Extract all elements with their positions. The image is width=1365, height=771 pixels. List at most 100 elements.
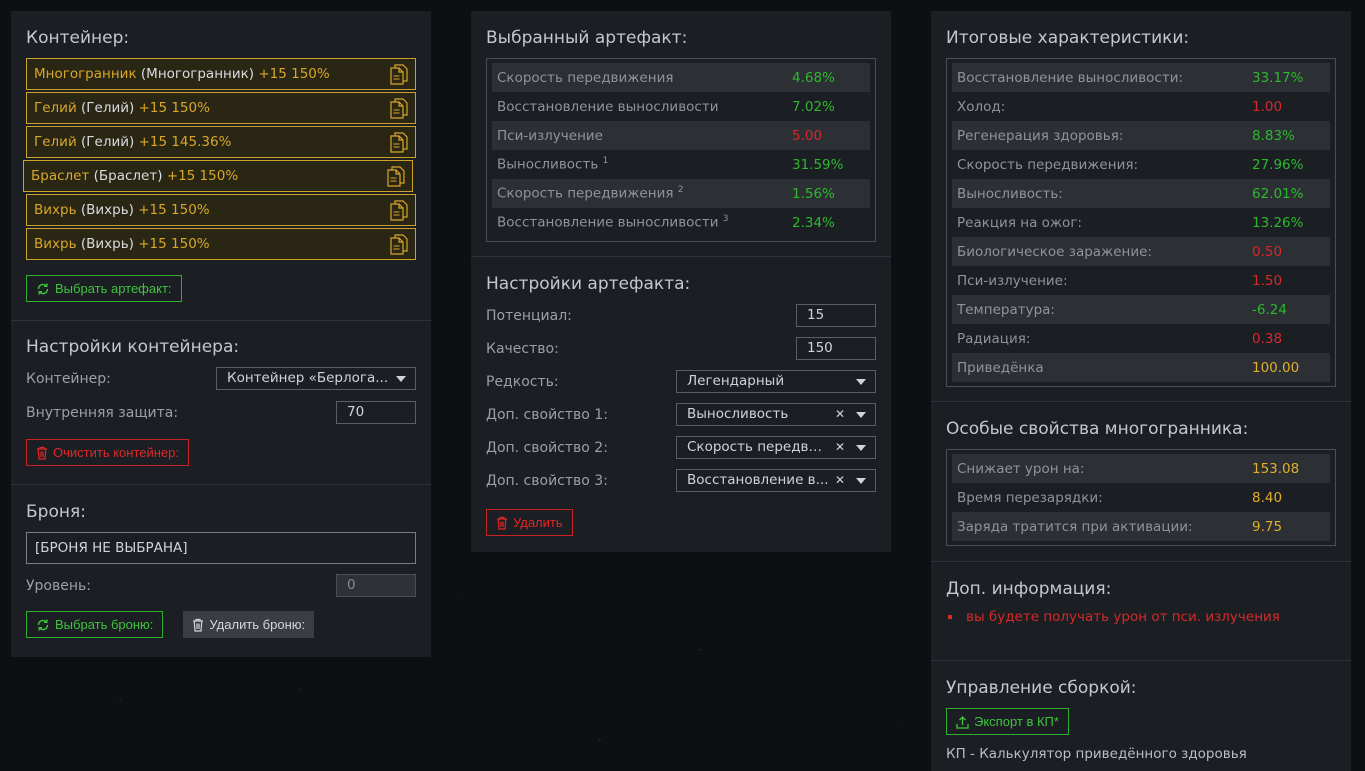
item-subname: (Гелий) [81, 100, 135, 116]
level-label: Уровень: [26, 577, 91, 594]
refresh-icon [37, 283, 49, 294]
stat-label-text: Пси-излучение [497, 127, 603, 144]
total-stat-value: 8.83% [1252, 127, 1295, 144]
copy-icon[interactable] [390, 98, 408, 119]
container-panel: Контейнер: Многогранник (Многогранник) +… [11, 11, 431, 657]
trash-icon [497, 516, 507, 530]
export-button[interactable]: Экспорт в КП* [946, 708, 1069, 735]
artifact-panel: Выбранный артефакт: Скорость передвижени… [471, 11, 891, 552]
stat-label-text: Восстановление выносливости [497, 98, 719, 115]
total-stat-label: Приведёнка [957, 359, 1044, 376]
item-name: Браслет [31, 168, 90, 184]
extra-property-2-select[interactable]: Скорость передви... ✕ [676, 436, 876, 459]
close-icon[interactable]: ✕ [835, 470, 845, 491]
extra-property-3-value: Восстановление в... [687, 472, 829, 488]
armor-title: Броня: [26, 502, 86, 522]
select-artifact-button[interactable]: Выбрать артефакт: [26, 275, 182, 302]
close-icon[interactable]: ✕ [835, 437, 845, 458]
item-bonus: +15 150% [258, 66, 330, 82]
level-input[interactable]: 0 [336, 574, 416, 597]
stat-value: 5.00 [792, 127, 823, 144]
special-property-label: Время перезарядки: [957, 489, 1103, 506]
delete-artifact-button[interactable]: Удалить [486, 509, 573, 536]
info-text: вы будете получать урон от пси. излучени… [966, 609, 1280, 625]
stat-label: Скорость передвижения 2 [497, 185, 792, 202]
total-stat-label: Скорость передвижения: [957, 156, 1139, 173]
bullet-icon [948, 615, 952, 619]
container-item-list: Многогранник (Многогранник) +15 150% Гели… [23, 58, 416, 260]
total-stat-label: Пси-излучение: [957, 272, 1068, 289]
container-item[interactable]: Вихрь (Вихрь) +15 150% [26, 194, 416, 226]
info-list-item: вы будете получать урон от пси. излучени… [946, 609, 1336, 625]
total-stat-row: Приведёнка 100.00 [952, 353, 1330, 382]
stat-footnote-mark: 1 [602, 156, 609, 167]
stat-label-text: Выносливость [497, 156, 599, 173]
special-properties-title: Особые свойства многогранника: [946, 419, 1249, 439]
totals-panel: Итоговые характеристики: Восстановление … [931, 11, 1351, 771]
copy-icon[interactable] [390, 132, 408, 153]
special-property-row: Заряда тратится при активации: 9.75 [952, 512, 1330, 541]
container-item[interactable]: Вихрь (Вихрь) +15 150% [26, 228, 416, 260]
total-stat-label: Выносливость: [957, 185, 1063, 202]
selected-artifact-title: Выбранный артефакт: [486, 28, 688, 48]
total-stat-row: Выносливость: 62.01% [952, 179, 1330, 208]
clear-container-button[interactable]: Очистить контейнер: [26, 439, 189, 466]
container-settings-title: Настройки контейнера: [26, 337, 240, 357]
special-property-value: 153.08 [1252, 460, 1300, 477]
select-armor-button[interactable]: Выбрать броню: [26, 611, 164, 638]
select-armor-label: Выбрать броню: [55, 617, 154, 632]
item-bonus: +15 150% [166, 168, 239, 184]
totals-title: Итоговые характеристики: [946, 28, 1190, 48]
item-subname: (Вихрь) [80, 202, 134, 218]
potential-input[interactable]: 15 [796, 304, 876, 327]
stat-footnote-mark: 3 [722, 214, 729, 225]
total-stat-value: 0.38 [1252, 330, 1283, 347]
extra-property-2-value: Скорость передви... [687, 439, 831, 455]
copy-icon[interactable] [390, 64, 408, 85]
stat-label-text: Восстановление выносливости [497, 214, 719, 231]
potential-label: Потенциал: [486, 307, 572, 324]
artifact-stat-row: Скорость передвижения 4.68% [492, 63, 870, 92]
total-stat-value: -6.24 [1252, 301, 1287, 318]
copy-icon[interactable] [390, 234, 408, 255]
copy-icon[interactable] [390, 200, 408, 221]
container-item[interactable]: Гелий (Гелий) +15 150% [26, 92, 416, 124]
total-stat-row: Радиация: 0.38 [952, 324, 1330, 353]
rarity-label: Редкость: [486, 373, 559, 390]
chevron-down-icon [396, 376, 406, 382]
total-stat-row: Регенерация здоровья: 8.83% [952, 121, 1330, 150]
copy-icon[interactable] [387, 166, 405, 187]
special-property-row: Снижает урон на: 153.08 [952, 454, 1330, 483]
container-item[interactable]: Браслет (Браслет) +15 150% [23, 160, 413, 192]
quality-input[interactable]: 150 [796, 337, 876, 360]
total-stat-row: Температура: -6.24 [952, 295, 1330, 324]
item-name: Гелий [34, 134, 77, 150]
stat-value: 31.59% [792, 156, 844, 173]
trash-icon [37, 446, 47, 460]
delete-armor-button[interactable]: Удалить броню: [183, 611, 315, 638]
total-stat-label: Радиация: [957, 330, 1031, 347]
item-bonus: +15 145.36% [138, 134, 232, 150]
armor-field[interactable]: [БРОНЯ НЕ ВЫБРАНА] [26, 532, 416, 564]
total-stat-label: Восстановление выносливости: [957, 69, 1184, 86]
close-icon[interactable]: ✕ [835, 404, 845, 425]
chevron-down-icon [856, 412, 866, 418]
stat-value: 2.34% [792, 214, 835, 231]
total-stat-value: 1.50 [1252, 272, 1283, 289]
container-item[interactable]: Гелий (Гелий) +15 145.36% [26, 126, 416, 158]
chevron-down-icon [856, 379, 866, 385]
special-property-row: Время перезарядки: 8.40 [952, 483, 1330, 512]
item-name: Гелий [34, 100, 77, 116]
container-item[interactable]: Многогранник (Многогранник) +15 150% [26, 58, 416, 90]
inner-protection-input[interactable]: 70 [336, 401, 416, 424]
container-label: Контейнер: [26, 370, 111, 387]
container-select[interactable]: Контейнер «Берлога... [216, 367, 416, 390]
stat-label: Восстановление выносливости 3 [497, 214, 792, 231]
artifact-stat-row: Пси-излучение 5.00 [492, 121, 870, 150]
extra-property-3-select[interactable]: Восстановление в... ✕ [676, 469, 876, 492]
total-stat-label: Биологическое заражение: [957, 243, 1152, 260]
rarity-select[interactable]: Легендарный [676, 370, 876, 393]
extra-property-1-select[interactable]: Выносливость ✕ [676, 403, 876, 426]
item-subname: (Многогранник) [140, 66, 255, 82]
item-subname: (Браслет) [93, 168, 163, 184]
